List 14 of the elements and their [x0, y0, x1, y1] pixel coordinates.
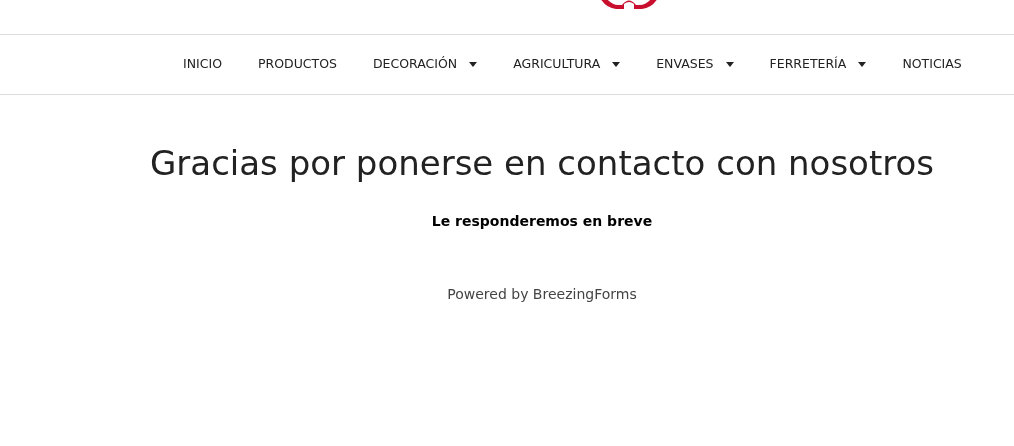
nav-link[interactable]: INICIO	[183, 55, 222, 74]
nav-link[interactable]: NOTICIAS	[902, 55, 962, 74]
page-title: Gracias por ponerse en contacto con nosotros	[150, 143, 934, 183]
caret-icon	[858, 62, 867, 67]
caret-icon	[612, 62, 621, 67]
powered-by-text: Powered by BreezingForms	[447, 285, 637, 304]
nav-link[interactable]: FERRETERÍA	[769, 55, 867, 74]
caret-icon	[725, 62, 734, 67]
nav-link[interactable]: PRODUCTOS	[258, 55, 337, 74]
caret-icon	[469, 62, 478, 67]
nav-link[interactable]: AGRICULTURA	[513, 55, 621, 74]
subtitle-text: Le responderemos en breve	[431, 212, 653, 231]
nav-link[interactable]: DECORACIÓN	[372, 55, 478, 74]
nav-link[interactable]: ENVASES	[656, 55, 734, 74]
